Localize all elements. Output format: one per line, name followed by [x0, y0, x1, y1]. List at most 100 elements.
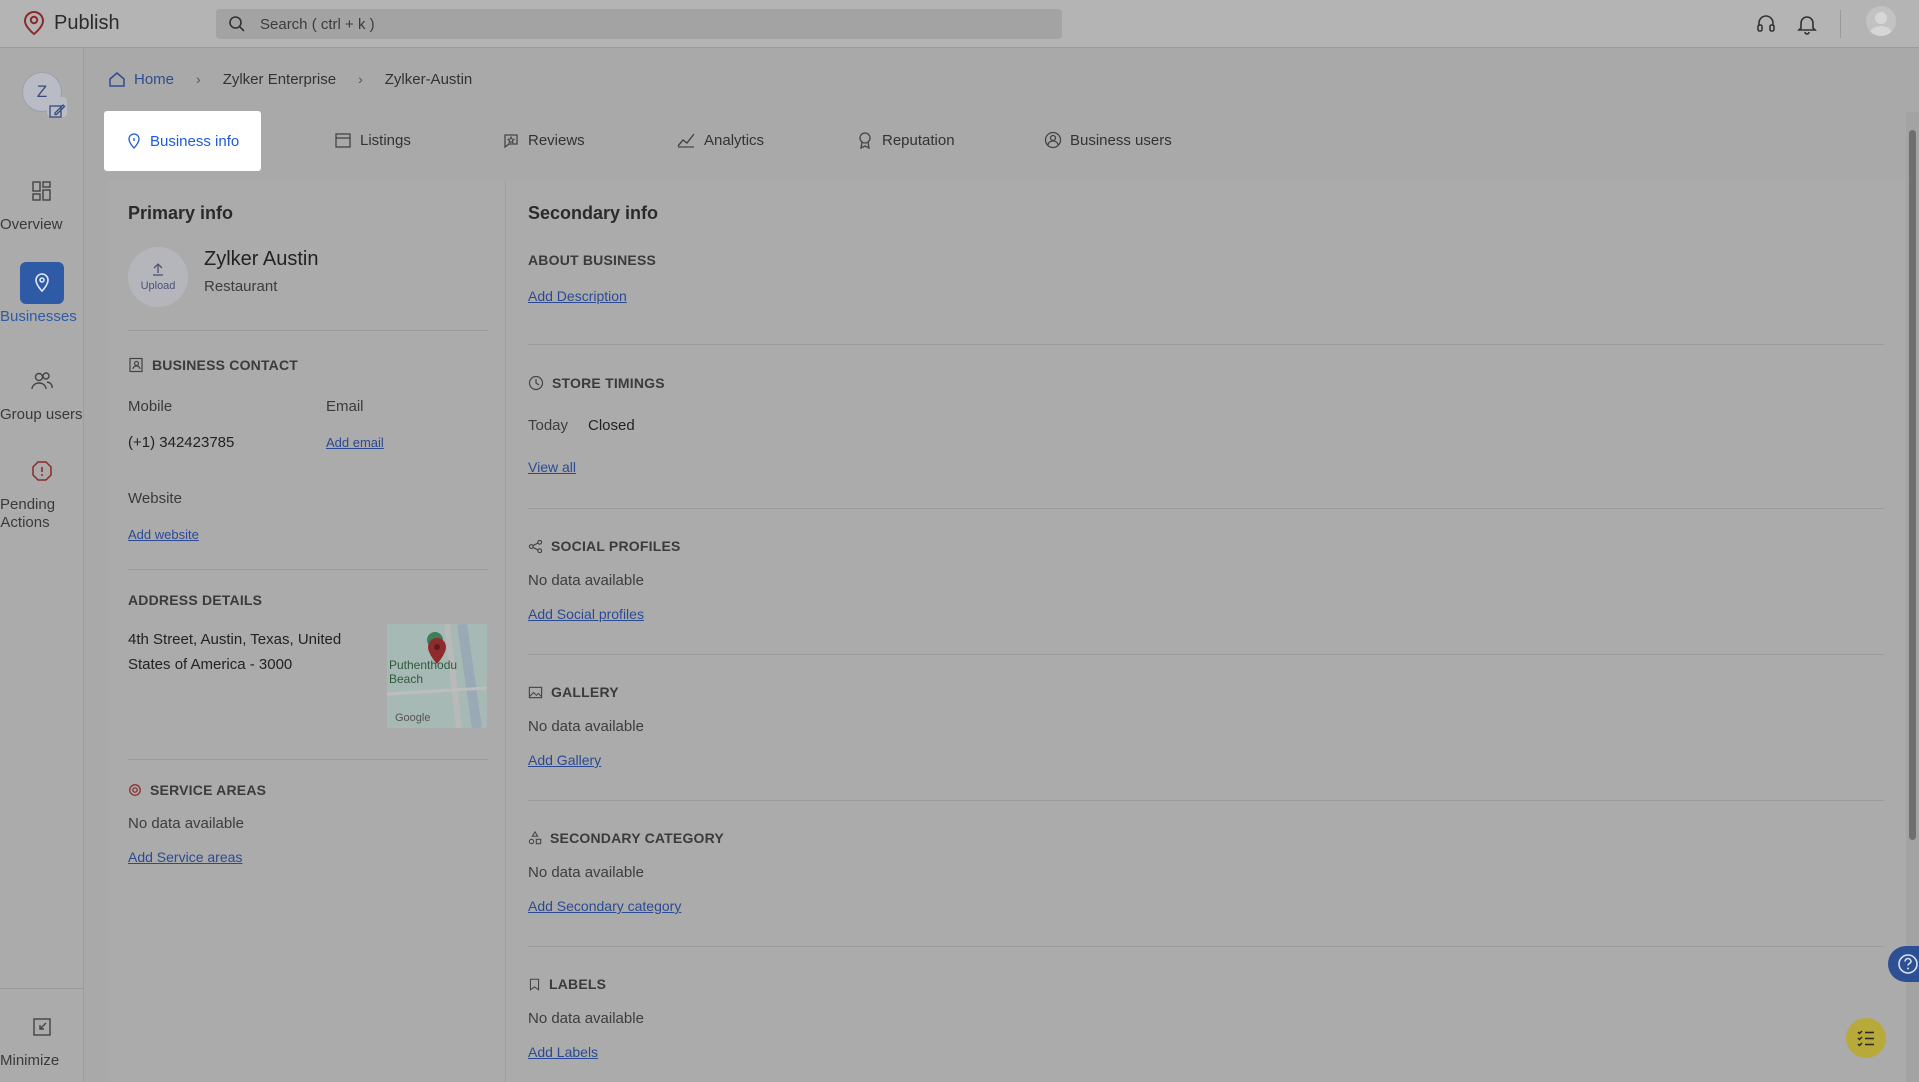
tab-label: Reputation — [882, 131, 955, 149]
map-place-label: Puthenthodu Beach — [389, 658, 458, 686]
tab-analytics[interactable]: Analytics — [676, 110, 764, 170]
rail-item-overview[interactable]: Overview — [0, 170, 84, 233]
bell-icon[interactable] — [1795, 12, 1819, 36]
divider — [528, 946, 1884, 947]
today-status: Closed — [588, 417, 635, 434]
share-icon — [528, 539, 543, 553]
rail-label: Overview — [0, 216, 63, 233]
service-areas-heading: SERVICE AREAS — [128, 782, 266, 798]
tab-bar: Business info Listings Reviews Analytics… — [104, 110, 1906, 171]
tab-label: Listings — [360, 131, 411, 149]
business-info-content: Primary info Upload Zylker Austin Restau… — [108, 181, 1906, 1082]
breadcrumb-home[interactable]: Home — [108, 70, 174, 88]
divider — [128, 569, 488, 570]
badge-icon — [859, 132, 871, 149]
divider — [528, 654, 1884, 655]
mobile-value: (+1) 342423785 — [128, 434, 235, 451]
minimize-button[interactable]: Minimize — [0, 1006, 84, 1069]
address-text: 4th Street, Austin, Texas, United States… — [128, 627, 341, 677]
headset-icon[interactable] — [1754, 12, 1778, 36]
org-avatar[interactable]: Z — [22, 72, 67, 118]
divider — [528, 344, 1884, 345]
tab-label: Analytics — [704, 131, 765, 149]
breadcrumb-org[interactable]: Zylker Enterprise — [223, 71, 336, 88]
category-icon — [528, 831, 542, 845]
social-profiles-empty: No data available — [528, 572, 644, 589]
primary-info-title: Primary info — [128, 203, 234, 223]
address-line-2: States of America - 3000 — [128, 656, 293, 673]
rail-item-group-users[interactable]: Group users — [0, 360, 84, 423]
secondary-category-empty: No data available — [528, 864, 644, 881]
bookmark-icon — [529, 978, 540, 991]
tab-reviews[interactable]: Reviews — [502, 110, 585, 170]
tab-business-info[interactable]: Business info — [104, 111, 262, 171]
secondary-info-panel: Secondary info ABOUT BUSINESS Add Descri… — [528, 181, 1892, 1082]
checklist-icon — [1857, 1030, 1874, 1047]
mobile-label: Mobile — [128, 398, 173, 415]
today-label: Today — [528, 417, 569, 434]
secondary-category-heading: SECONDARY CATEGORY — [528, 830, 724, 846]
website-label: Website — [128, 490, 182, 507]
user-avatar[interactable] — [1866, 6, 1896, 36]
top-bar: Publish — [0, 0, 1919, 48]
home-icon — [109, 72, 125, 87]
rail-label: Businesses — [0, 308, 77, 325]
target-icon — [129, 784, 141, 796]
store-timings-heading: STORE TIMINGS — [528, 375, 665, 391]
tasks-checklist-button[interactable] — [1846, 1018, 1886, 1058]
store-icon — [335, 133, 351, 148]
address-line-1: 4th Street, Austin, Texas, United — [128, 631, 342, 648]
add-website-link[interactable]: Add website — [128, 527, 199, 542]
breadcrumb-home-label: Home — [134, 70, 175, 88]
upload-icon — [153, 263, 163, 276]
divider — [128, 759, 488, 760]
primary-info-panel: Primary info Upload Zylker Austin Restau… — [108, 181, 506, 1082]
rail-item-pending-actions[interactable]: Pending Actions — [0, 450, 84, 531]
tab-label: Business info — [150, 132, 240, 150]
add-secondary-category-link[interactable]: Add Secondary category — [528, 898, 681, 914]
add-labels-link[interactable]: Add Labels — [528, 1044, 598, 1060]
users-icon — [31, 372, 53, 390]
view-all-timings-link[interactable]: View all — [528, 459, 576, 475]
clock-icon — [528, 375, 544, 391]
breadcrumb: Home › Zylker Enterprise › Zylker-Austin — [108, 70, 472, 88]
app-brand[interactable]: Publish — [22, 10, 120, 36]
search-icon — [229, 16, 245, 32]
logo-upload-button[interactable]: Upload — [128, 247, 188, 307]
add-social-profiles-link[interactable]: Add Social profiles — [528, 606, 644, 622]
help-button[interactable] — [1888, 946, 1919, 982]
add-gallery-link[interactable]: Add Gallery — [528, 752, 601, 768]
add-description-link[interactable]: Add Description — [528, 288, 627, 304]
store-timings-label: STORE TIMINGS — [552, 375, 665, 391]
secondary-info-title: Secondary info — [528, 203, 659, 223]
social-profiles-label: SOCIAL PROFILES — [551, 538, 681, 554]
tab-label: Reviews — [528, 131, 585, 149]
reviews-icon — [504, 134, 518, 149]
divider — [128, 330, 488, 331]
global-search[interactable] — [216, 9, 1062, 39]
business-category: Restaurant — [204, 278, 278, 295]
tab-listings[interactable]: Listings — [334, 110, 411, 170]
google-logo: Google — [395, 712, 431, 724]
info-pin-icon — [128, 133, 140, 149]
gallery-empty: No data available — [528, 718, 644, 735]
add-email-link[interactable]: Add email — [326, 435, 384, 450]
business-contact-heading: BUSINESS CONTACT — [128, 357, 298, 373]
content-scrollbar[interactable] — [1906, 112, 1919, 1082]
add-service-areas-link[interactable]: Add Service areas — [128, 849, 242, 865]
address-details-heading: ADDRESS DETAILS — [128, 592, 262, 608]
contact-card-icon — [129, 357, 143, 373]
edit-icon[interactable] — [47, 97, 67, 118]
minimize-label: Minimize — [0, 1052, 60, 1069]
tab-business-users[interactable]: Business users — [1044, 110, 1172, 170]
rail-item-businesses[interactable]: Businesses — [0, 262, 84, 325]
tab-reputation[interactable]: Reputation — [856, 110, 955, 170]
map-thumbnail[interactable]: Puthenthodu Beach Google — [387, 624, 487, 728]
chart-line-icon — [677, 133, 695, 148]
gallery-label: GALLERY — [551, 684, 619, 700]
scrollbar-thumb[interactable] — [1909, 130, 1916, 840]
rail-divider — [0, 988, 84, 989]
upload-label: Upload — [140, 280, 176, 292]
search-input[interactable] — [260, 15, 1040, 33]
help-icon — [1898, 954, 1918, 974]
